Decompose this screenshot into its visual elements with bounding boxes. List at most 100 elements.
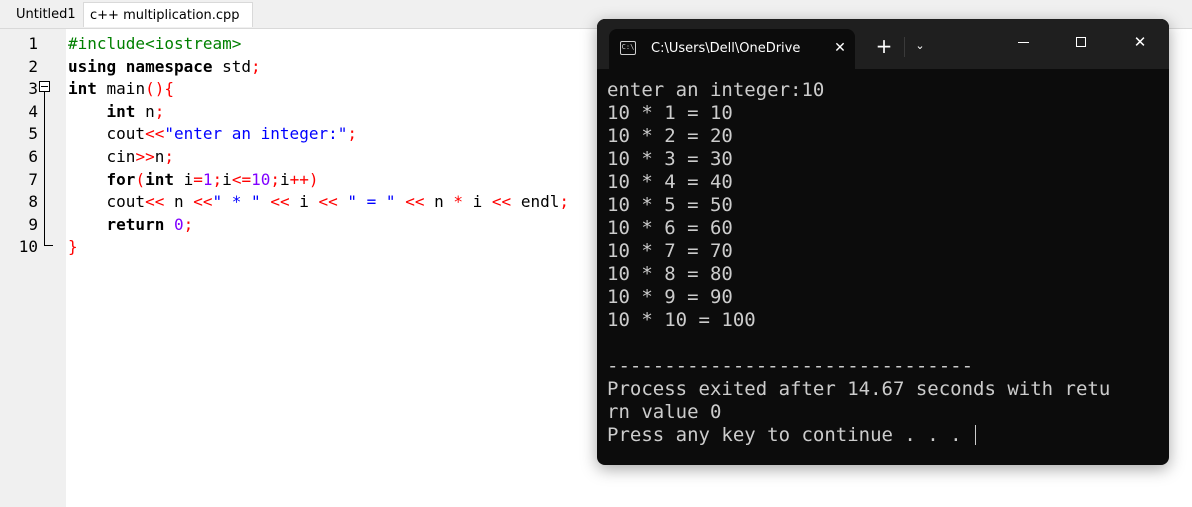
line-number: 5: [28, 124, 38, 144]
console-text: --------------------------------: [607, 355, 974, 377]
line-number: 1: [28, 34, 38, 53]
code-token: "enter an integer:": [164, 124, 348, 144]
fold-guide-end: [44, 245, 53, 246]
code-token: >>: [135, 147, 155, 166]
code-token: (: [135, 169, 146, 189]
code-token: endl: [511, 192, 560, 212]
line-number: 7: [28, 169, 38, 189]
console-text: 10 * 5 = 50: [607, 194, 733, 216]
terminal-title-bar[interactable]: C:\ C:\Users\Dell\OneDrive ✕ + ⌄ ✕: [597, 19, 1169, 69]
console-text: 10 * 6 = 60: [607, 217, 733, 239]
code-token: 10: [251, 169, 271, 189]
code-line[interactable]: using namespace std;: [68, 55, 261, 78]
line-number: 2: [28, 56, 38, 76]
console-text: rn value 0: [607, 401, 722, 423]
code-token: ;: [347, 124, 357, 144]
console-line: 10 * 4 = 40: [607, 171, 1167, 194]
code-token: ;: [154, 101, 165, 121]
terminal-window[interactable]: C:\ C:\Users\Dell\OneDrive ✕ + ⌄ ✕ enter…: [597, 19, 1169, 465]
code-token: main: [96, 79, 146, 99]
console-line: Press any key to continue . . .: [607, 424, 1167, 447]
console-text: Process exited after 14.67 seconds with …: [607, 378, 1111, 400]
code-token: ;: [164, 147, 174, 166]
code-token: <<: [318, 192, 338, 212]
code-token: <<: [193, 192, 213, 212]
new-tab-button[interactable]: +: [874, 34, 894, 58]
code-token: *: [453, 192, 464, 212]
code-token: int: [68, 79, 97, 99]
code-token: int: [145, 169, 174, 189]
code-token: <<: [405, 192, 425, 212]
line-number: 9: [28, 214, 38, 234]
code-token: int: [68, 101, 136, 121]
code-token: ;: [559, 192, 569, 212]
code-line[interactable]: cin>>n;: [68, 145, 174, 168]
console-output[interactable]: enter an integer:10 10 * 1 = 10 10 * 2 = 2…: [607, 79, 1167, 447]
console-text: 10 * 9 = 90: [607, 286, 733, 308]
line-number: 10: [18, 237, 38, 257]
console-line: 10 * 10 = 100: [607, 309, 1167, 332]
code-line[interactable]: }: [68, 235, 78, 258]
code-token: for: [68, 169, 136, 189]
code-token: n: [424, 192, 454, 212]
console-text: 10 * 8 = 80: [607, 263, 733, 285]
console-line: Process exited after 14.67 seconds with …: [607, 378, 1167, 401]
console-line: 10 * 9 = 90: [607, 286, 1167, 309]
code-token: (){: [145, 79, 174, 99]
code-token: i: [279, 169, 290, 189]
tab-multiplication-cpp[interactable]: c++ multiplication.cpp: [83, 2, 253, 27]
code-line[interactable]: #include<iostream>: [68, 32, 241, 55]
console-line: 10 * 2 = 20: [607, 125, 1167, 148]
code-line[interactable]: for(int i=1;i<=10;i++): [68, 168, 319, 191]
code-token: <<: [145, 124, 165, 144]
minimize-button[interactable]: [1001, 27, 1047, 57]
tab-untitled1[interactable]: Untitled1: [10, 2, 82, 27]
code-token: cout: [68, 124, 146, 144]
console-line: 10 * 8 = 80: [607, 263, 1167, 286]
text-cursor: [975, 425, 977, 445]
code-line[interactable]: cout<< n <<" * " << i << " = " << n * i …: [68, 190, 569, 213]
code-token: <<: [491, 192, 512, 212]
code-token: 1: [202, 169, 213, 189]
code-line[interactable]: int n;: [68, 100, 165, 123]
code-token: " = ": [347, 192, 396, 212]
code-token: =: [193, 169, 203, 189]
terminal-tab[interactable]: C:\ C:\Users\Dell\OneDrive ✕: [609, 29, 855, 69]
line-number: 4: [28, 101, 38, 121]
console-text: 10 * 2 = 20: [607, 125, 733, 147]
maximize-icon: [1076, 37, 1086, 47]
code-token: std: [212, 56, 252, 76]
code-token: i: [173, 169, 194, 189]
fold-collapse-icon[interactable]: [39, 81, 50, 92]
code-token: ;: [251, 56, 261, 76]
window-close-button[interactable]: ✕: [1117, 27, 1163, 57]
console-icon: C:\: [620, 41, 636, 55]
console-line: 10 * 7 = 70: [607, 240, 1167, 263]
console-line: enter an integer:10: [607, 79, 1167, 102]
maximize-button[interactable]: [1059, 27, 1105, 57]
code-token: ;: [270, 169, 280, 189]
chevron-down-icon[interactable]: ⌄: [912, 38, 928, 54]
code-line[interactable]: int main(){: [68, 77, 174, 100]
code-token: 0: [173, 214, 184, 234]
code-token: ;: [183, 214, 194, 234]
console-text: enter an integer:10: [607, 79, 825, 101]
console-text: 10 * 3 = 30: [607, 148, 733, 170]
code-token: i: [463, 192, 492, 212]
code-token: using namespace: [68, 56, 213, 76]
minimize-icon: [1018, 42, 1029, 43]
code-token: <=: [231, 169, 252, 189]
code-token: n: [164, 192, 194, 212]
close-tab-icon[interactable]: ✕: [833, 38, 847, 58]
code-line[interactable]: return 0;: [68, 213, 194, 236]
line-number: 3: [28, 79, 38, 99]
code-token: }: [68, 237, 78, 257]
code-token: <<: [145, 192, 165, 212]
terminal-tab-title: C:\Users\Dell\OneDrive: [651, 41, 801, 56]
code-line[interactable]: cout<<"enter an integer:";: [68, 122, 357, 145]
console-line: 10 * 1 = 10: [607, 102, 1167, 125]
code-token: cin: [68, 147, 136, 166]
